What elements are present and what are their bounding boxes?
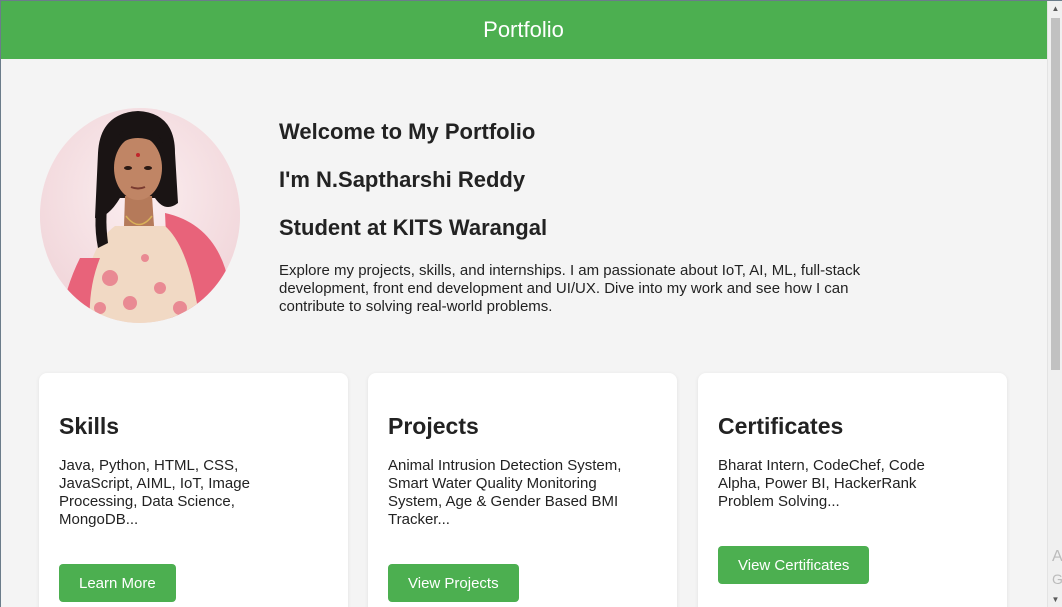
page-title: Portfolio [483, 16, 564, 42]
name-heading: I'm N.Saptharshi Reddy [279, 167, 526, 192]
intro-section: Welcome to My Portfolio I'm N.Saptharshi… [40, 108, 940, 328]
main-content: Welcome to My Portfolio I'm N.Saptharshi… [0, 59, 1047, 607]
header-bar: Portfolio [0, 0, 1047, 59]
certificates-card: Certificates Bharat Intern, CodeChef, Co… [698, 373, 1007, 607]
skills-card: Skills Java, Python, HTML, CSS, JavaScri… [39, 373, 348, 607]
profile-photo [40, 108, 240, 323]
intro-text: Welcome to My Portfolio I'm N.Saptharshi… [279, 118, 879, 316]
projects-card: Projects Animal Intrusion Detection Syst… [368, 373, 677, 607]
page: Portfolio Welcome to My Portfolio I'm N.… [0, 0, 1062, 607]
view-certificates-button[interactable]: View Certificates [718, 546, 870, 584]
welcome-heading: Welcome to My Portfolio [279, 119, 536, 144]
view-projects-button[interactable]: View Projects [388, 564, 519, 602]
certificates-text: Bharat Intern, CodeChef, Code Alpha, Pow… [718, 457, 925, 510]
certificates-title: Certificates [718, 413, 844, 439]
skills-title: Skills [59, 413, 120, 439]
overlay-text-1: A [1052, 548, 1062, 565]
role-heading: Student at KITS Warangal [279, 215, 548, 240]
overlay-text-2: G [1052, 571, 1062, 587]
projects-text: Animal Intrusion Detection System, Smart… [388, 457, 622, 528]
avatar [40, 108, 240, 323]
triangle-up-icon[interactable]: ▲ [1048, 0, 1062, 16]
scroll-thumb[interactable] [1051, 18, 1060, 370]
projects-title: Projects [388, 413, 479, 439]
skills-text: Java, Python, HTML, CSS, JavaScript, AIM… [59, 457, 250, 528]
triangle-down-icon[interactable]: ▼ [1048, 591, 1062, 607]
learn-more-button[interactable]: Learn More [59, 564, 176, 602]
intro-description: Explore my projects, skills, and interns… [279, 262, 861, 315]
vertical-scrollbar[interactable]: ▲ ▼ [1047, 0, 1062, 607]
